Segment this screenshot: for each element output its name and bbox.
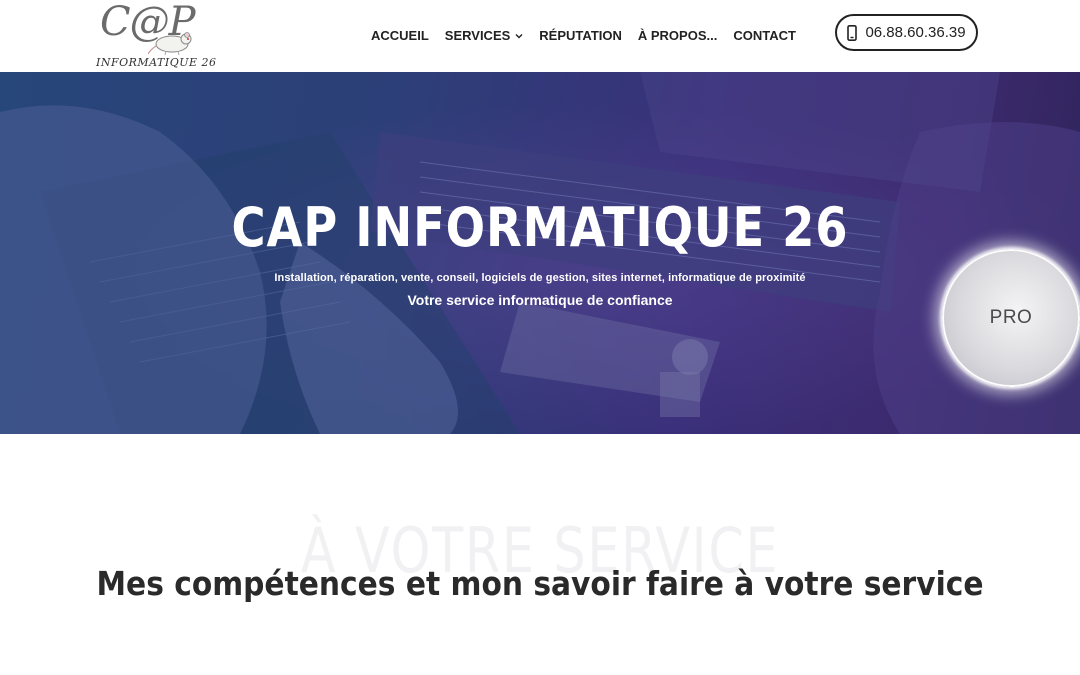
phone-button[interactable]: 06.88.60.36.39 — [835, 14, 978, 51]
nav-item-label: ACCUEIL — [371, 28, 429, 43]
nav-item-label: CONTACT — [733, 28, 796, 43]
main-nav: ACCUEIL SERVICES RÉPUTATION À PROPOS... … — [371, 27, 796, 45]
nav-item-reputation[interactable]: RÉPUTATION — [539, 27, 622, 45]
site-logo[interactable]: C@P INFORMATIQUE 26 — [96, 0, 217, 72]
nav-item-accueil[interactable]: ACCUEIL — [371, 27, 429, 45]
logo-sub-text: INFORMATIQUE 26 — [96, 56, 217, 69]
nav-item-label: SERVICES — [444, 28, 511, 43]
hero-banner: CAP INFORMATIQUE 26 Installation, répara… — [0, 72, 1080, 434]
nav-item-label: À PROPOS... — [637, 28, 718, 43]
hero-subtitle-tagline: Votre service informatique de confiance — [407, 292, 673, 308]
phone-number: 06.88.60.36.39 — [865, 24, 966, 41]
mouse-icon — [148, 32, 192, 56]
services-intro-section: À VOTRE SERVICE Mes compétences et mon s… — [0, 434, 1080, 675]
section-title: Mes compétences et mon savoir faire à vo… — [96, 564, 984, 603]
nav-item-services[interactable]: SERVICES — [445, 27, 524, 45]
mobile-phone-icon — [847, 24, 858, 41]
nav-item-a-propos[interactable]: À PROPOS... — [638, 27, 717, 45]
pro-badge[interactable]: PRO — [942, 249, 1080, 387]
hero-subtitle-services: Installation, réparation, vente, conseil… — [274, 272, 806, 284]
hero-title: CAP INFORMATIQUE 26 — [231, 196, 849, 259]
chevron-down-icon — [515, 33, 523, 39]
site-header: C@P INFORMATIQUE 26 ACCUEIL SERVICES RÉP… — [0, 0, 1080, 72]
nav-item-label: RÉPUTATION — [539, 28, 622, 43]
nav-item-contact[interactable]: CONTACT — [733, 27, 796, 45]
